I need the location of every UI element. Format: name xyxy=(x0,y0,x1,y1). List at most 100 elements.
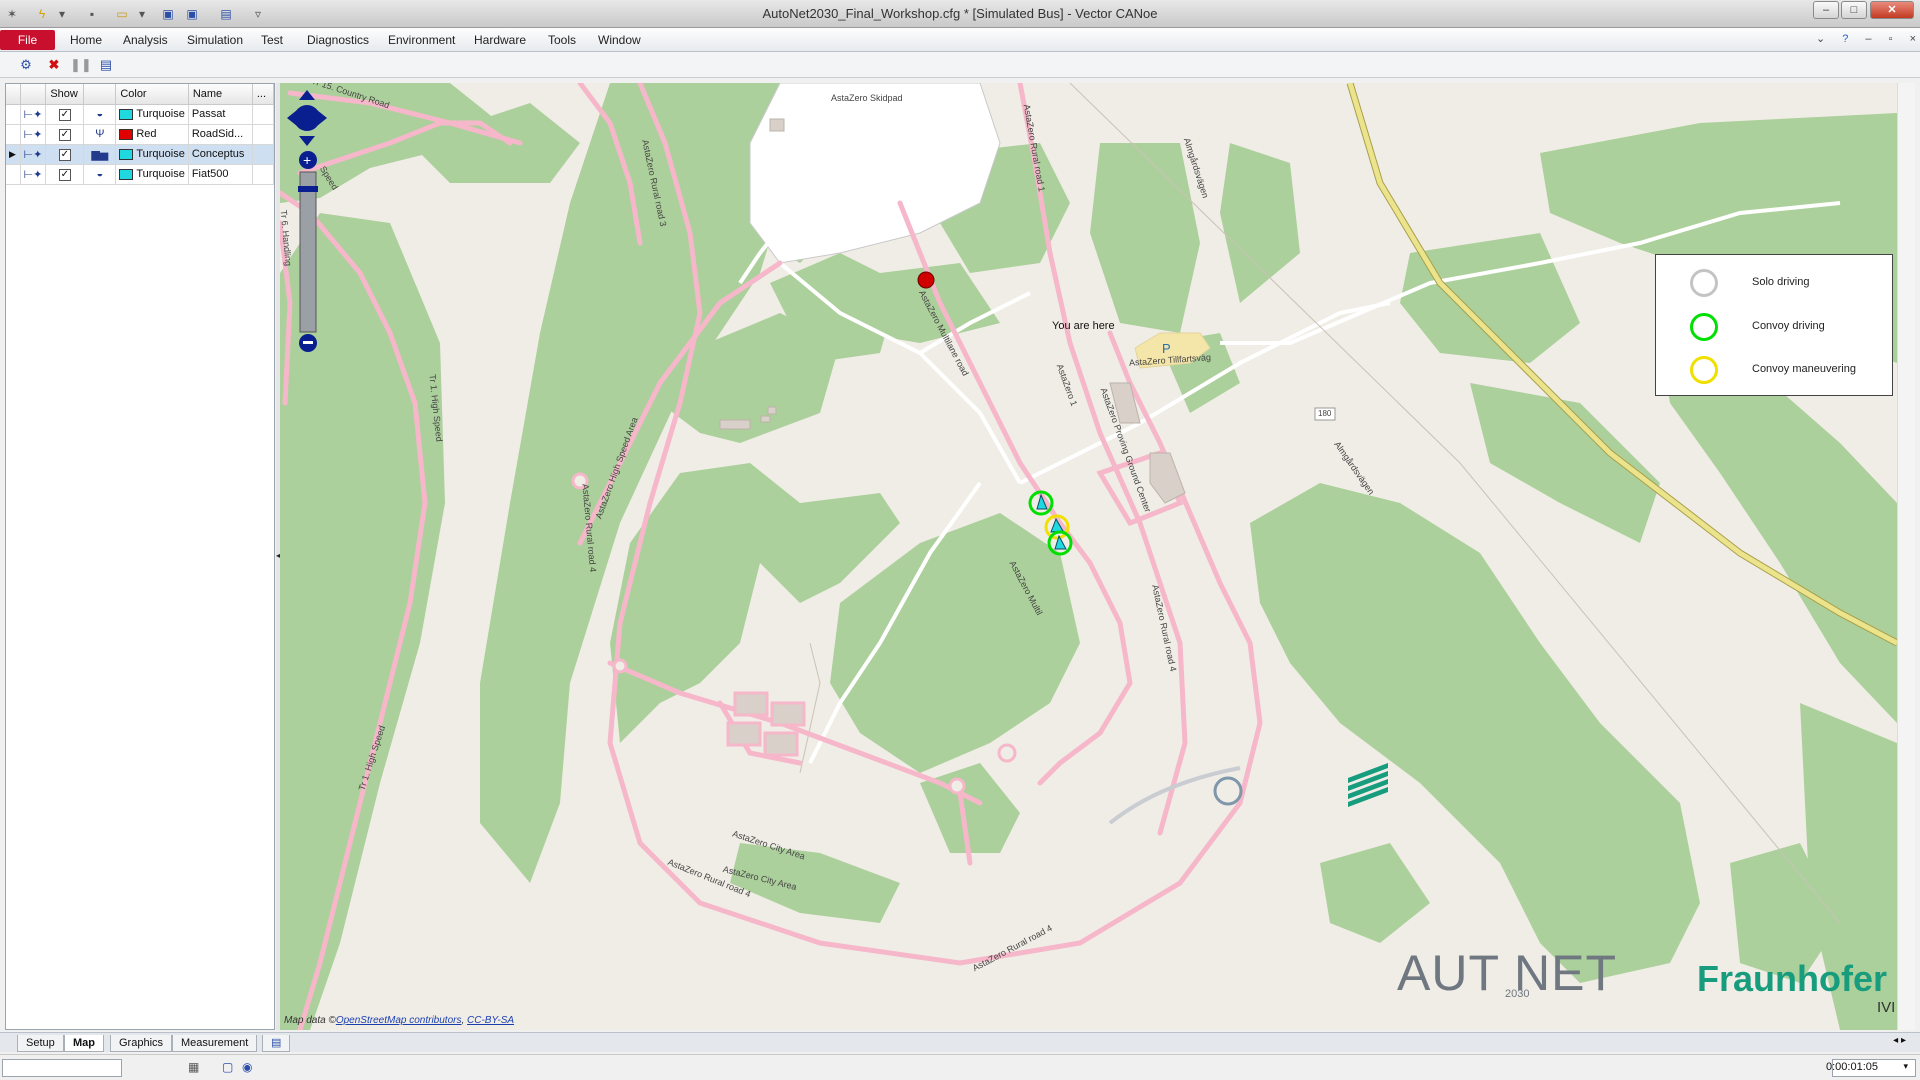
map-zoom-control[interactable]: + xyxy=(296,150,320,355)
tab-graphics[interactable]: Graphics xyxy=(110,1035,173,1052)
vertical-scrollbar[interactable] xyxy=(1897,83,1915,1030)
color-swatch xyxy=(119,168,134,180)
antenna-icon: Ψ xyxy=(83,124,117,145)
empty-cell xyxy=(252,104,275,125)
pause-icon[interactable]: ❚❚ xyxy=(70,57,92,73)
color-cell[interactable]: Turquoise xyxy=(115,104,189,125)
map-view[interactable]: P AstaZero Skidpad Tr 15. Country Road S… xyxy=(280,83,1897,1030)
menu-analysis[interactable]: Analysis xyxy=(123,33,168,47)
help-icon[interactable]: ? xyxy=(1842,33,1848,45)
doc-minimize-icon[interactable]: – xyxy=(1865,33,1871,45)
name-cell[interactable]: Fiat500 xyxy=(188,164,253,185)
car-icon: ◒ xyxy=(83,104,117,125)
track-icon: ⊢✦ xyxy=(20,124,47,145)
type-header xyxy=(83,84,117,105)
legend-label: Convoy driving xyxy=(1752,320,1825,332)
time-dropdown-icon[interactable]: ▾ xyxy=(1903,1061,1908,1072)
menu-window[interactable]: Window xyxy=(598,33,641,47)
menu-hardware[interactable]: Hardware xyxy=(474,33,526,47)
menu-environment[interactable]: Environment xyxy=(388,33,455,47)
map-label-skidpad: AstaZero Skidpad xyxy=(831,93,903,103)
autonet-power-icon xyxy=(1213,776,1243,806)
measurement-status-icon[interactable]: ◉ xyxy=(242,1060,252,1074)
color-header[interactable]: Color xyxy=(115,84,189,105)
menu-test[interactable]: Test xyxy=(261,33,283,47)
menu-file[interactable]: File xyxy=(0,30,55,50)
map-pan-control[interactable] xyxy=(287,90,327,146)
building xyxy=(769,118,785,132)
close-button[interactable]: ✕ xyxy=(1870,1,1914,19)
menu-tools[interactable]: Tools xyxy=(548,33,576,47)
table-row[interactable]: ⊢✦ ✓ ◒ Turquoise Passat xyxy=(6,104,275,125)
show-checkbox[interactable]: ✓ xyxy=(45,104,85,125)
maneuvering-circle-icon xyxy=(1690,356,1718,384)
doc-close-icon[interactable]: × xyxy=(1910,33,1916,45)
roundabout xyxy=(997,743,1017,763)
simulation-time: 0:00:01:05 xyxy=(1826,1061,1878,1073)
maximize-button[interactable]: □ xyxy=(1841,1,1867,19)
show-header[interactable]: Show xyxy=(45,84,85,105)
vehicle-list-panel: Show Color Name ... ⊢✦ ✓ ◒ Turquoise Pas… xyxy=(5,83,275,1030)
name-cell[interactable]: RoadSid... xyxy=(188,124,253,145)
table-row[interactable]: ▶ ⊢✦ ✓ ▆▅ Turquoise Conceptus xyxy=(6,144,275,165)
pan-center-icon xyxy=(294,105,320,131)
tab-measurement[interactable]: Measurement xyxy=(172,1035,258,1052)
roundabout xyxy=(612,658,628,674)
table-row[interactable]: ⊢✦ ✓ Ψ Red RoadSid... xyxy=(6,124,275,145)
forest-area xyxy=(920,763,1020,853)
building xyxy=(1149,452,1186,504)
name-cell[interactable]: Passat xyxy=(188,104,253,125)
menu-bar: File Home Analysis Simulation Test Diagn… xyxy=(0,28,1920,52)
legend-item-maneuvering: Convoy maneuvering xyxy=(1656,354,1892,384)
color-cell[interactable]: Turquoise xyxy=(115,144,189,165)
tab-scroll-arrows-icon[interactable]: ◂ ▸ xyxy=(1893,1035,1906,1046)
show-checkbox[interactable]: ✓ xyxy=(45,144,85,165)
new-tab-icon[interactable]: ▤ xyxy=(262,1035,291,1052)
building xyxy=(767,406,777,415)
color-label: Turquoise xyxy=(136,168,185,180)
show-checkbox[interactable]: ✓ xyxy=(45,164,85,185)
menu-diagnostics[interactable]: Diagnostics xyxy=(307,33,369,47)
city-block xyxy=(726,721,762,747)
legend-label: Convoy maneuvering xyxy=(1752,363,1856,375)
table-row[interactable]: ⊢✦ ✓ ◒ Turquoise Fiat500 xyxy=(6,164,275,185)
ribbon-controls: ⌄ ? – ▫ × xyxy=(1802,32,1916,45)
keyboard-icon[interactable]: ▦ xyxy=(188,1060,199,1074)
building xyxy=(760,415,771,423)
color-label: Turquoise xyxy=(136,148,185,160)
convoy-legend: Solo driving Convoy driving Convoy maneu… xyxy=(1655,254,1893,396)
row-indicator xyxy=(6,104,21,125)
license-link[interactable]: CC-BY-SA xyxy=(467,1015,514,1026)
menu-home[interactable]: Home xyxy=(70,33,102,47)
osm-link[interactable]: OpenStreetMap contributors xyxy=(336,1015,462,1026)
tab-setup[interactable]: Setup xyxy=(17,1035,64,1052)
you-are-here-label: You are here xyxy=(1052,320,1115,332)
export-icon[interactable]: ▤ xyxy=(98,57,114,73)
doc-restore-icon[interactable]: ▫ xyxy=(1889,33,1893,45)
color-label: Red xyxy=(136,128,157,140)
name-cell[interactable]: Conceptus xyxy=(188,144,253,165)
pan-down-icon xyxy=(299,136,315,146)
solo-circle-icon xyxy=(1690,269,1718,297)
color-swatch xyxy=(119,148,134,160)
legend-item-convoy: Convoy driving xyxy=(1656,311,1892,341)
settings-icon[interactable]: ⚙ xyxy=(18,57,34,73)
window-title: AutoNet2030_Final_Workshop.cfg * [Simula… xyxy=(762,6,1158,21)
ribbon-minimize-chevron-icon[interactable]: ⌄ xyxy=(1816,33,1825,45)
parking-p-icon: P xyxy=(1162,341,1171,356)
show-checkbox[interactable]: ✓ xyxy=(45,124,85,145)
truck-icon: ▆▅ xyxy=(83,144,117,165)
color-cell[interactable]: Red xyxy=(115,124,189,145)
tab-map[interactable]: Map xyxy=(64,1035,104,1052)
track-icon: ⊢✦ xyxy=(20,144,47,165)
more-header[interactable]: ... xyxy=(252,84,275,105)
map-label-route-180: 180 xyxy=(1318,409,1332,418)
minimize-button[interactable]: – xyxy=(1813,1,1839,19)
name-header[interactable]: Name xyxy=(188,84,253,105)
color-cell[interactable]: Turquoise xyxy=(115,164,189,185)
menu-simulation[interactable]: Simulation xyxy=(187,33,243,47)
track-icon: ⊢✦ xyxy=(20,104,47,125)
record-icon[interactable]: ▢ xyxy=(222,1060,233,1074)
delete-icon[interactable]: ✖ xyxy=(46,57,62,73)
empty-cell xyxy=(252,164,275,185)
